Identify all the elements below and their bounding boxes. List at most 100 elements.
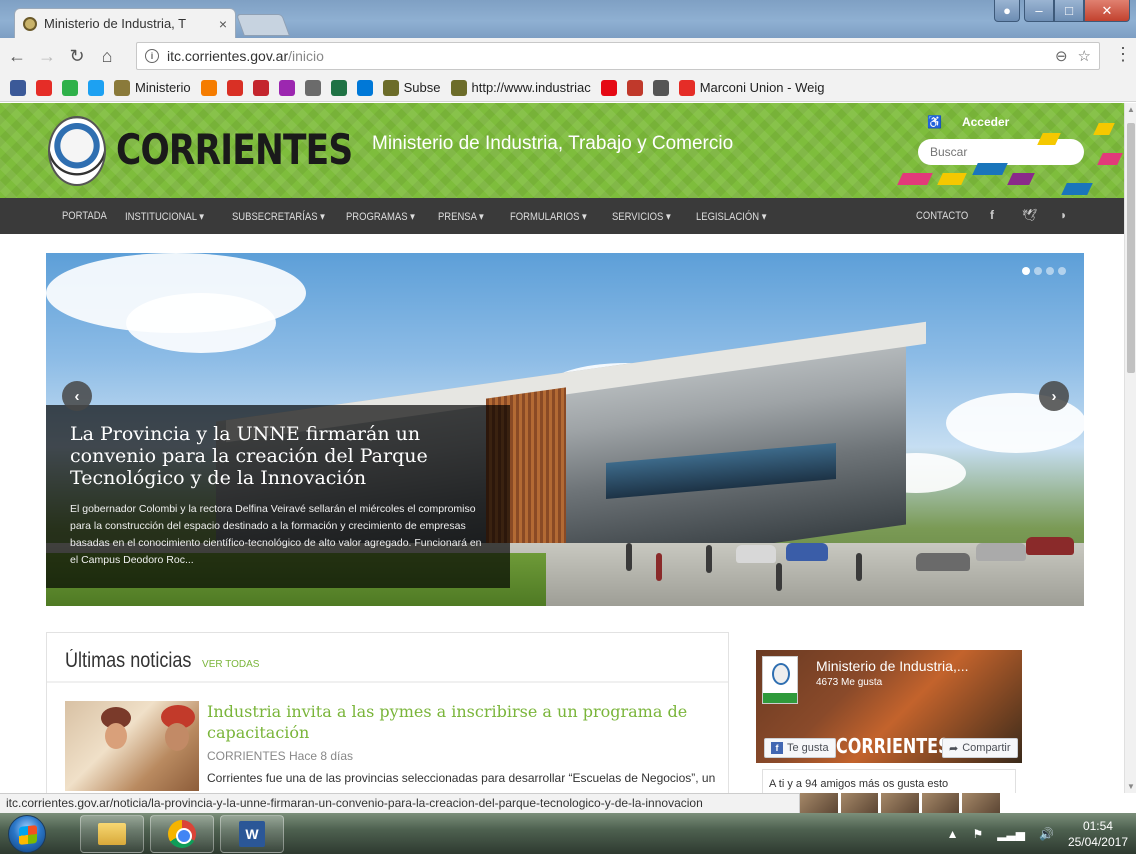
nav-prensa[interactable]: PRENSA ▾ [438, 210, 484, 223]
new-tab-button[interactable] [235, 14, 291, 36]
tab-close-icon[interactable]: × [219, 16, 227, 32]
url-text[interactable]: itc.corrientes.gov.ar/inicio [167, 48, 1045, 64]
fb-page-name[interactable]: Ministerio de Industria,... [816, 658, 969, 674]
fb-like-label: Te gusta [787, 742, 829, 754]
fb-like-button[interactable]: f Te gusta [764, 738, 836, 758]
scroll-up-icon[interactable]: ▲ [1127, 105, 1135, 114]
bookmark-item[interactable] [200, 79, 217, 96]
folder-icon [98, 823, 126, 845]
nav-contacto[interactable]: CONTACTO [916, 210, 968, 222]
bookmark-star-icon[interactable]: ☆ [1078, 47, 1091, 65]
tray-expand-icon[interactable]: ▲ [947, 827, 959, 841]
logo-band [763, 693, 797, 703]
facebook-icon[interactable]: f [990, 208, 994, 222]
bookmark-item[interactable] [356, 79, 373, 96]
home-button[interactable]: ⌂ [94, 43, 120, 69]
zoom-icon[interactable]: ⊖ [1055, 47, 1068, 65]
bookmark-item[interactable] [330, 79, 347, 96]
see-all-link[interactable]: VER TODAS [202, 659, 259, 670]
bookmark-item[interactable]: Subse [382, 79, 441, 96]
back-button[interactable]: ← [4, 43, 30, 69]
forward-button[interactable]: → [34, 43, 60, 69]
latest-news-panel: Últimas noticias VER TODAS Industria inv… [46, 632, 729, 793]
windows-icon [356, 79, 373, 96]
twitter-icon[interactable]: 🕊 [1022, 208, 1037, 222]
decor-stripe [1007, 173, 1035, 185]
start-button[interactable] [8, 815, 46, 853]
bookmark-item[interactable] [252, 79, 269, 96]
browser-tab[interactable]: Ministerio de Industria, T × [14, 8, 236, 38]
bookmark-item[interactable]: Marconi Union - Weig [678, 79, 825, 96]
car [736, 545, 776, 563]
site-info-icon[interactable]: i [145, 49, 159, 63]
flag-icon[interactable]: ⚑ [973, 827, 984, 841]
slide-caption[interactable]: La Provincia y la UNNE firmarán un conve… [46, 405, 510, 588]
login-link[interactable]: ♿ Acceder [927, 115, 1009, 129]
slider-next-button[interactable]: › [1039, 381, 1069, 411]
nav-servicios[interactable]: SERVICIOS ▾ [612, 210, 671, 223]
slide-headline[interactable]: La Provincia y la UNNE firmarán un conve… [70, 423, 488, 489]
youtube-icon [36, 79, 52, 96]
slider-dot[interactable] [1022, 267, 1030, 275]
bookmark-item[interactable] [304, 79, 321, 96]
scroll-thumb[interactable] [1127, 123, 1135, 373]
fb-share-button[interactable]: ➦ Compartir [942, 738, 1018, 758]
close-window-button[interactable]: ✕ [1084, 0, 1130, 22]
bookmark-item[interactable]: http://www.industriac [450, 79, 591, 96]
bookmark-item[interactable] [278, 79, 295, 96]
user-icon[interactable]: ● [994, 0, 1020, 22]
system-tray: ▲ ⚑ ▂▃▅ 🔊 01:54 25/04/2017 [947, 813, 1128, 854]
hero-slider[interactable]: La Provincia y la UNNE firmarán un conve… [46, 253, 1084, 606]
clock[interactable]: 01:54 25/04/2017 [1068, 818, 1128, 850]
nav-formularios[interactable]: FORMULARIOS ▾ [510, 210, 587, 223]
news-title[interactable]: Industria invita a las pymes a inscribir… [207, 701, 707, 743]
car [976, 543, 1026, 561]
scroll-down-icon[interactable]: ▼ [1127, 782, 1135, 791]
browser-menu-icon[interactable]: ⋮ [1114, 44, 1132, 65]
taskbar-word[interactable]: W [220, 815, 284, 853]
main-nav: PORTADA INSTITUCIONAL ▾ SUBSECRETARÍAS ▾… [0, 198, 1124, 234]
maximize-button[interactable]: □ [1054, 0, 1084, 22]
bookmark-item[interactable] [62, 79, 78, 96]
reload-button[interactable]: ↻ [64, 43, 90, 69]
divider [47, 681, 728, 683]
rss-icon[interactable]: ◗ [1060, 208, 1067, 222]
bookmark-label: Marconi Union - Weig [699, 80, 825, 95]
bookmark-item[interactable] [226, 79, 243, 96]
bookmark-item[interactable] [88, 79, 104, 96]
search-input[interactable] [918, 139, 1084, 165]
bookmark-item[interactable]: Ministerio [114, 79, 191, 96]
friend-avatar [881, 793, 919, 813]
nav-programas[interactable]: PROGRAMAS ▾ [346, 210, 415, 223]
slider-prev-button[interactable]: ‹ [62, 381, 92, 411]
bookmark-item[interactable] [600, 79, 617, 96]
province-crest-icon[interactable] [48, 116, 106, 186]
site-brand[interactable]: CORRIENTES [116, 125, 353, 174]
taskbar-chrome[interactable] [150, 815, 214, 853]
bookmark-item[interactable] [36, 79, 52, 96]
bookmark-item[interactable] [626, 79, 643, 96]
address-bar[interactable]: i itc.corrientes.gov.ar/inicio ⊖ ☆ [136, 42, 1100, 70]
volume-icon[interactable]: 🔊 [1039, 827, 1054, 841]
ministry-title: Ministerio de Industria, Trabajo y Comer… [372, 133, 734, 154]
slider-dot[interactable] [1034, 267, 1042, 275]
page-scrollbar[interactable]: ▲ ▼ [1124, 103, 1136, 793]
eye-badge-icon [652, 79, 669, 96]
news-thumbnail-image[interactable] [65, 701, 199, 791]
nav-legislacion[interactable]: LEGISLACIÓN ▾ [696, 210, 766, 223]
slider-dot[interactable] [1058, 267, 1066, 275]
orange-circle-icon [200, 79, 217, 96]
nav-portada[interactable]: PORTADA [62, 210, 107, 222]
bookmark-item[interactable] [652, 79, 669, 96]
nav-institucional[interactable]: INSTITUCIONAL ▾ [125, 210, 204, 223]
facebook-page-widget[interactable]: Ministerio de Industria,... 4673 Me gust… [756, 650, 1022, 763]
slider-dot[interactable] [1046, 267, 1054, 275]
url-path: /inicio [288, 48, 324, 64]
minimize-button[interactable]: – [1024, 0, 1054, 22]
chrome-icon [168, 820, 196, 848]
site-header: CORRIENTES Ministerio de Industria, Trab… [0, 103, 1124, 198]
network-signal-icon[interactable]: ▂▃▅ [997, 827, 1025, 841]
taskbar-explorer[interactable] [80, 815, 144, 853]
bookmark-item[interactable] [10, 79, 26, 96]
nav-subsecretarias[interactable]: SUBSECRETARÍAS ▾ [232, 210, 325, 223]
